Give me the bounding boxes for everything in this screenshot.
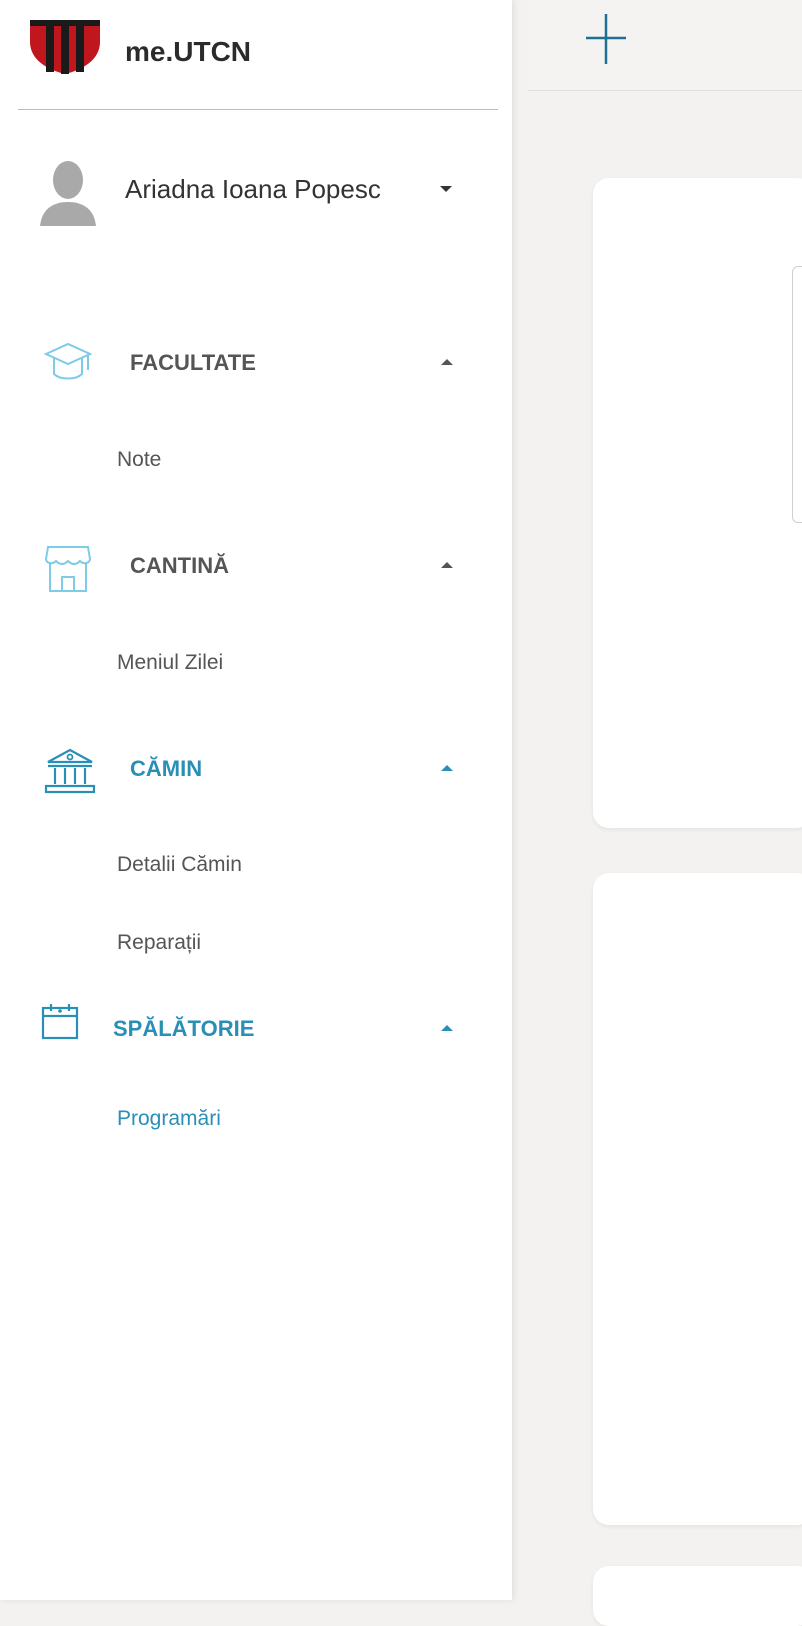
main-content [528, 0, 802, 1626]
chevron-up-icon [441, 765, 453, 771]
content-card [593, 178, 802, 828]
nav-section-label: CANTINĂ [130, 553, 229, 578]
nav-item-meniul-zilei[interactable]: Meniul Zilei [117, 651, 223, 675]
user-menu[interactable]: Ariadna Ioana Popesc [0, 150, 512, 230]
nav-item-note[interactable]: Note [117, 448, 161, 472]
chevron-up-icon [441, 359, 453, 365]
chevron-up-icon [441, 562, 453, 568]
nav-section-label: CĂMIN [130, 756, 203, 781]
nav-section-label: SPĂLĂTORIE [113, 1016, 255, 1041]
nav-item-programari[interactable]: Programări [117, 1107, 221, 1131]
brand-name: me.UTCN [125, 36, 252, 67]
card-inner-panel [792, 266, 802, 523]
building-icon [44, 746, 96, 801]
divider [18, 109, 498, 110]
nav-item-reparatii[interactable]: Reparații [117, 931, 201, 955]
chevron-down-icon [440, 186, 452, 192]
add-button[interactable] [584, 10, 628, 70]
brand-header: me.UTCN [0, 0, 512, 110]
content-card [593, 1566, 802, 1626]
nav-item-detalii-camin[interactable]: Detalii Cămin [117, 853, 242, 877]
user-name: Ariadna Ioana Popesc [125, 174, 381, 204]
graduation-cap-icon [43, 340, 93, 389]
chevron-up-icon [441, 1025, 453, 1031]
nav-section-cantina[interactable]: CANTINĂ [0, 535, 512, 595]
nav-section-label: FACULTATE [130, 350, 256, 375]
utcn-shield-logo [30, 20, 100, 79]
nav-section-facultate[interactable]: FACULTATE [0, 332, 512, 392]
sidebar: me.UTCN Ariadna Ioana Popesc FACULTATE N… [0, 0, 512, 1600]
nav-section-camin[interactable]: CĂMIN [0, 738, 512, 798]
top-bar [528, 0, 802, 91]
user-avatar-icon [40, 156, 96, 231]
content-card [593, 873, 802, 1525]
calendar-icon [40, 1002, 80, 1045]
nav-section-spalatorie[interactable]: SPĂLĂTORIE [0, 998, 512, 1058]
plus-icon [586, 14, 626, 64]
storefront-icon [44, 543, 92, 600]
